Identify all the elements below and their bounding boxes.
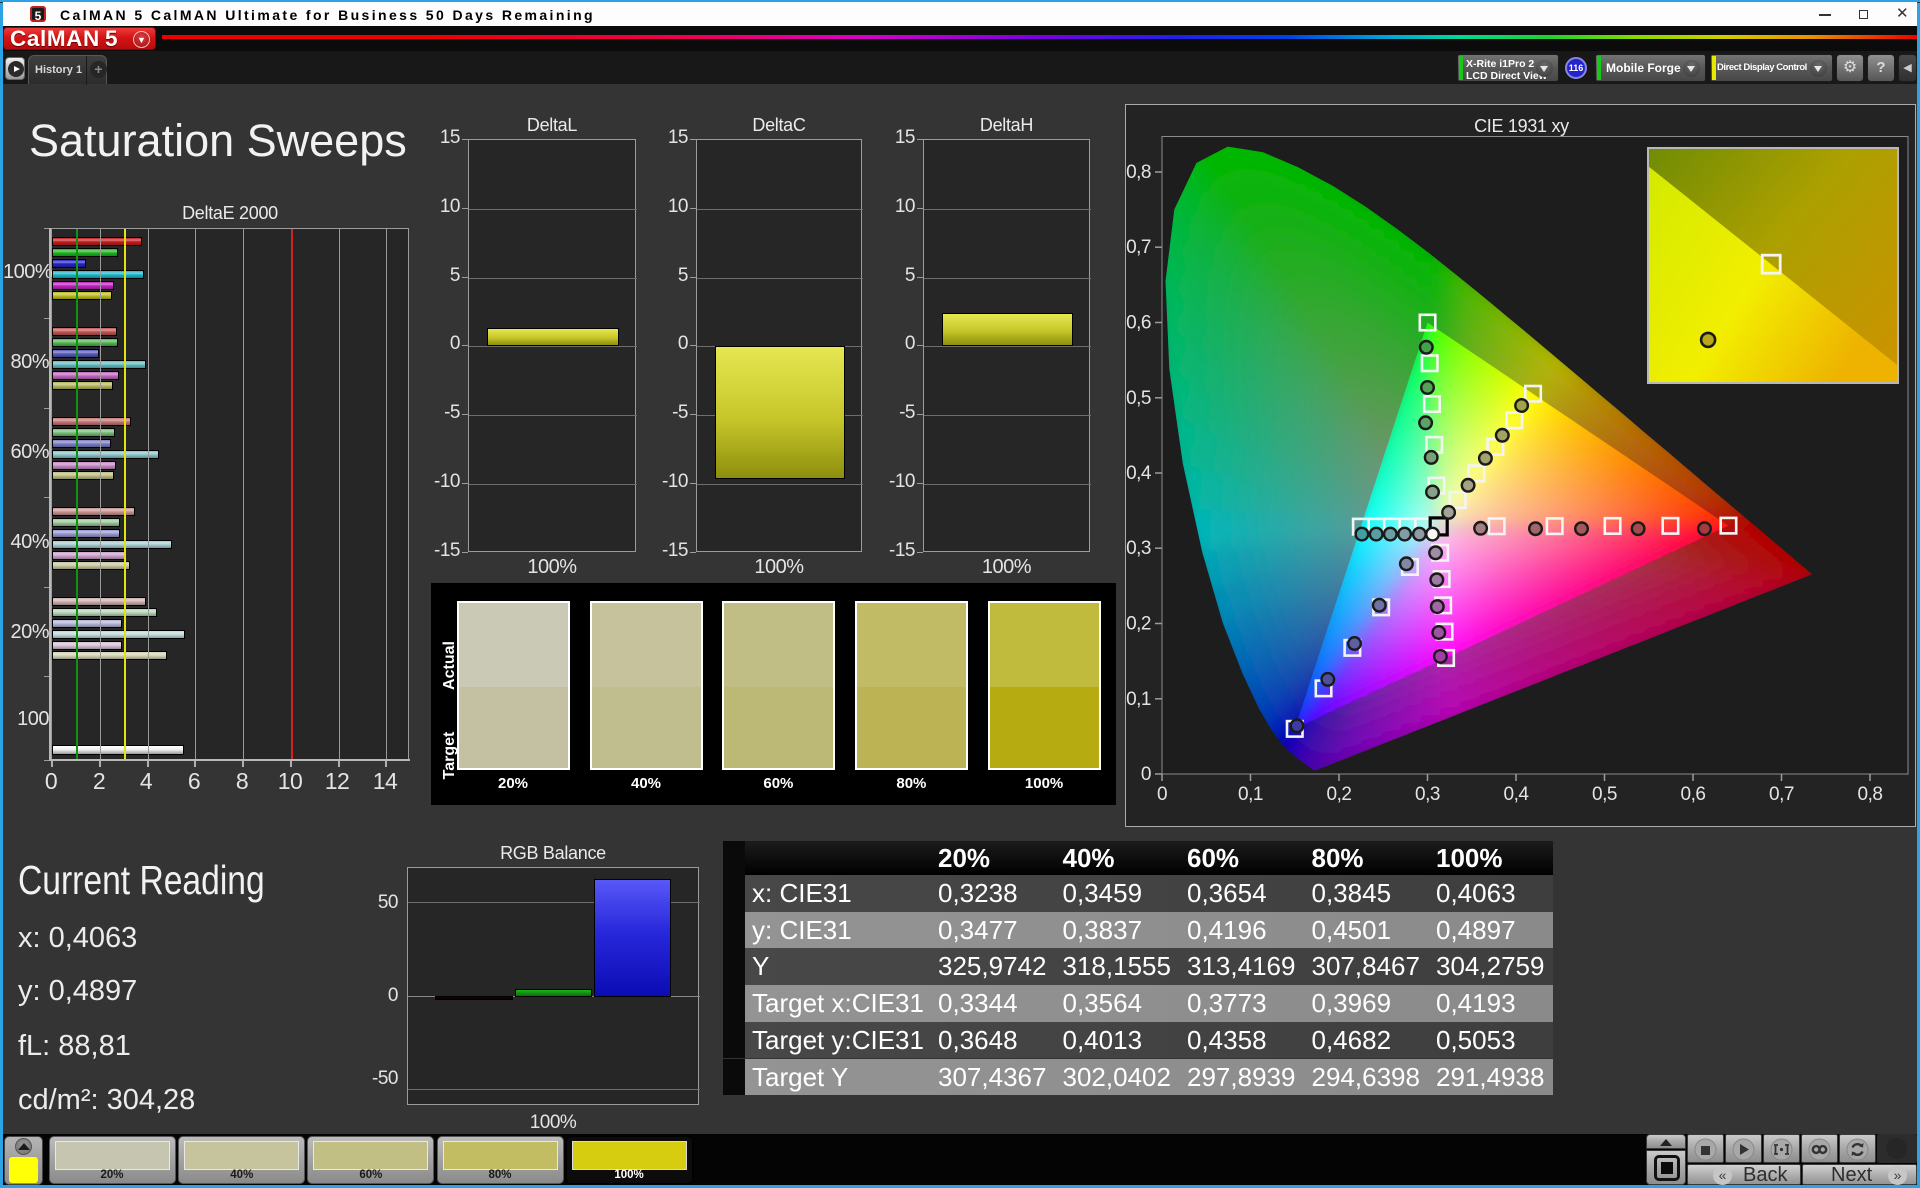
svg-text:0,4: 0,4 bbox=[1504, 784, 1530, 805]
svg-text:0,2: 0,2 bbox=[1126, 614, 1151, 635]
svg-text:0,7: 0,7 bbox=[1126, 237, 1151, 258]
svg-text:0,1: 0,1 bbox=[1238, 784, 1263, 805]
svg-text:0,1: 0,1 bbox=[1126, 689, 1151, 710]
svg-text:0,8: 0,8 bbox=[1858, 784, 1883, 805]
svg-text:0: 0 bbox=[1141, 764, 1151, 785]
svg-text:0,6: 0,6 bbox=[1681, 784, 1706, 805]
svg-text:0,3: 0,3 bbox=[1415, 784, 1440, 805]
svg-text:0,5: 0,5 bbox=[1126, 388, 1151, 409]
svg-text:0,4: 0,4 bbox=[1126, 463, 1152, 484]
svg-text:0,8: 0,8 bbox=[1126, 162, 1151, 183]
svg-text:0,5: 0,5 bbox=[1592, 784, 1617, 805]
svg-text:0,6: 0,6 bbox=[1126, 313, 1151, 334]
svg-text:0,3: 0,3 bbox=[1126, 538, 1151, 559]
svg-text:0,7: 0,7 bbox=[1769, 784, 1794, 805]
svg-text:0,2: 0,2 bbox=[1327, 784, 1352, 805]
svg-text:0: 0 bbox=[1157, 784, 1167, 805]
